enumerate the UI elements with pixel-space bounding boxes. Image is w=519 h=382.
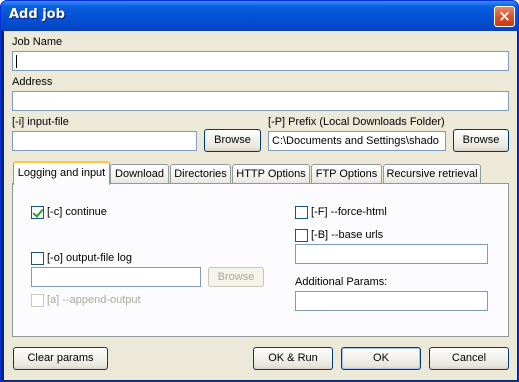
dialog-body: Job Name Address [-i] input-file Browse … (4, 31, 517, 380)
address-label: Address (12, 76, 53, 88)
input-file-browse-button[interactable]: Browse (204, 129, 261, 152)
output-log-checkbox[interactable] (31, 252, 44, 265)
input-file-field[interactable] (12, 131, 197, 151)
force-html-checkbox[interactable] (295, 206, 308, 219)
tab-http-options[interactable]: HTTP Options (232, 164, 310, 184)
append-output-checkbox[interactable] (31, 294, 44, 307)
ok-and-run-button[interactable]: OK & Run (253, 347, 333, 370)
clear-params-button[interactable]: Clear params (13, 347, 108, 370)
add-job-dialog: Add job × Job Name Address [-i] input-fi… (0, 0, 519, 382)
close-icon[interactable]: × (494, 6, 515, 27)
output-log-field[interactable] (31, 267, 201, 287)
tab-ftp-options[interactable]: FTP Options (311, 164, 382, 184)
title-bar[interactable]: Add job × (1, 1, 518, 31)
address-input[interactable] (12, 91, 509, 111)
force-html-label: [-F] --force-html (311, 206, 387, 218)
cancel-button[interactable]: Cancel (429, 347, 509, 370)
input-file-label: [-i] input-file (12, 116, 69, 128)
additional-params-label: Additional Params: (295, 276, 388, 288)
continue-label: [-c] continue (47, 206, 107, 218)
tab-directories[interactable]: Directories (170, 164, 231, 184)
prefix-label: [-P] Prefix (Local Downloads Folder) (268, 116, 445, 128)
output-log-browse-button[interactable]: Browse (208, 267, 264, 287)
tab-recursive-retrieval[interactable]: Recursive retrieval (383, 164, 481, 184)
job-name-label: Job Name (12, 36, 63, 48)
job-name-input[interactable] (12, 51, 509, 71)
output-log-label: [-o] output-file log (47, 252, 132, 264)
base-urls-field[interactable] (295, 244, 488, 264)
text-caret (16, 54, 17, 68)
base-urls-checkbox[interactable] (295, 229, 308, 242)
window-title: Add job (9, 7, 65, 22)
ok-button[interactable]: OK (341, 347, 421, 370)
additional-params-field[interactable] (295, 291, 488, 311)
tab-logging-and-input[interactable]: Logging and input (13, 161, 110, 185)
logging-tab-panel: [-c] continue [-o] output-file log Brows… (12, 183, 509, 337)
continue-checkbox[interactable] (31, 206, 44, 219)
append-output-label: [a] --append-output (47, 294, 141, 306)
base-urls-label: [-B] --base urls (311, 229, 384, 241)
prefix-field[interactable]: C:\Documents and Settings\shado (268, 131, 446, 151)
prefix-browse-button[interactable]: Browse (453, 129, 509, 152)
tab-download[interactable]: Download (110, 164, 169, 184)
